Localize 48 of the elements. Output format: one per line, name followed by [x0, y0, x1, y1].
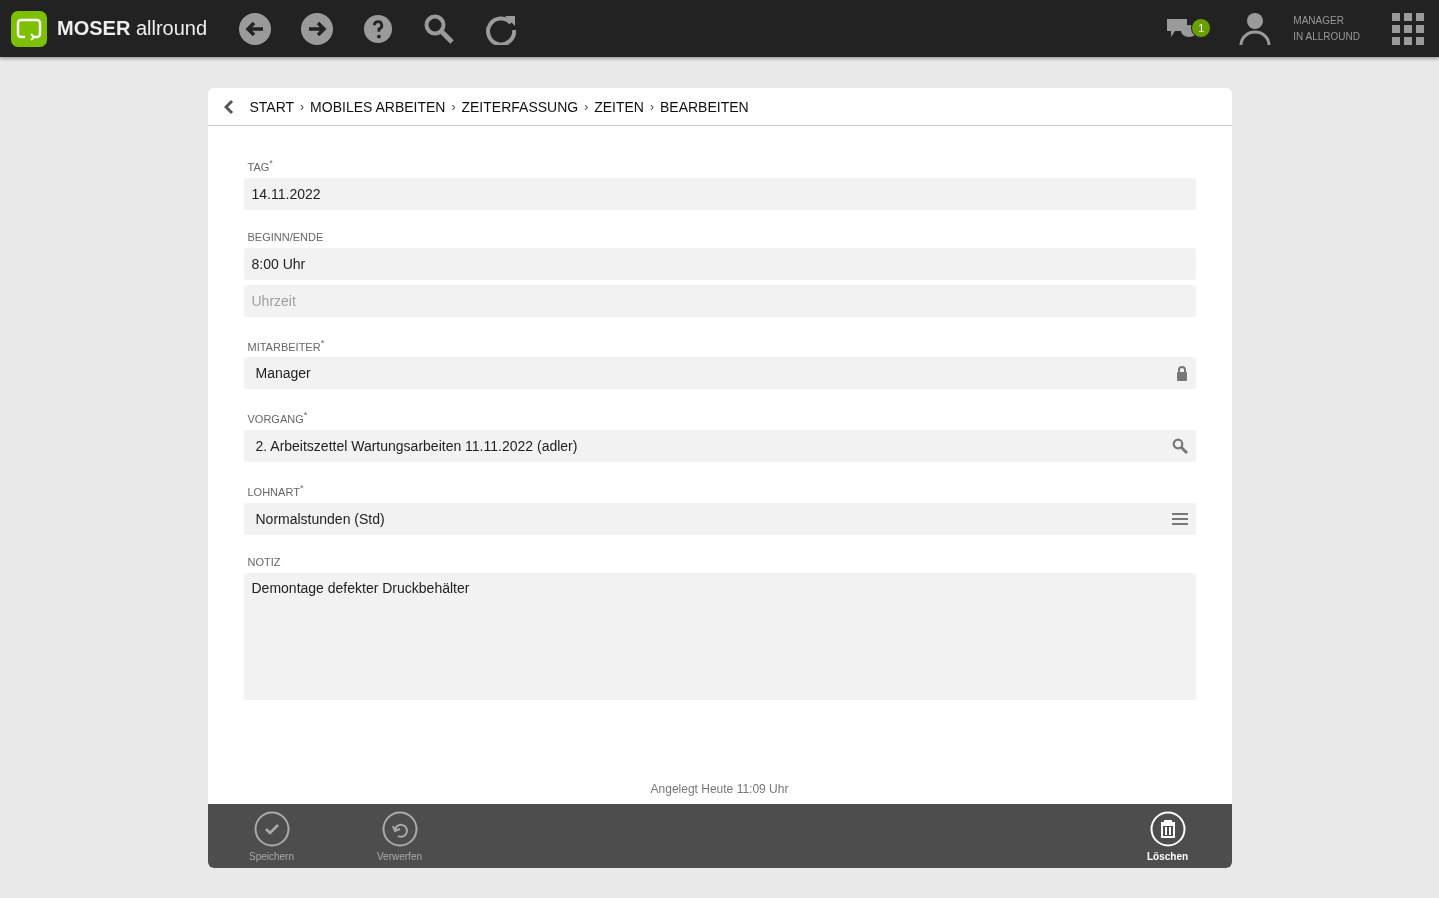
created-info: Angelegt Heute 11:09 Uhr: [650, 782, 789, 798]
undo-icon: [381, 810, 418, 847]
app-logo-icon: [11, 10, 47, 47]
breadcrumb-separator: ›: [649, 99, 654, 114]
note-field[interactable]: Demontage defekter Druckbehälter: [243, 572, 1196, 700]
field-value: Manager: [255, 365, 311, 382]
field-label: NOTIZ: [247, 555, 282, 568]
field-label: LOHNART$^{*}$: [247, 482, 305, 498]
user-icon[interactable]: [1239, 11, 1272, 46]
field-value: 2. Arbeitszettel Wartungsarbeiten 11.11.2022 (adler): [255, 437, 578, 454]
input-field[interactable]: 8:00 Uhr: [243, 247, 1196, 280]
breadcrumb-separator: ›: [300, 99, 305, 114]
user-org: IN ALLROUND: [1293, 31, 1360, 42]
delete-button[interactable]: Löschen: [1117, 804, 1218, 868]
input-field[interactable]: 14.11.2022: [243, 177, 1196, 210]
field-label: MITARBEITER$^{*}$: [247, 337, 326, 353]
field-value: Normalstunden (Std): [255, 510, 385, 527]
app-name: MOSER allround: [57, 17, 208, 40]
trash-icon: [1149, 810, 1186, 847]
user-name: MANAGER: [1293, 15, 1345, 26]
back-icon[interactable]: [239, 12, 272, 45]
breadcrumb-link[interactable]: BEARBEITEN: [659, 98, 749, 115]
field-value: 8:00 Uhr: [251, 255, 306, 272]
lock-icon: [1175, 365, 1188, 382]
back-chevron-icon[interactable]: [223, 98, 234, 115]
note-text: Demontage defekter Druckbehälter: [251, 579, 470, 596]
breadcrumb-link[interactable]: ZEITERFASSUNG: [461, 98, 579, 115]
input-field[interactable]: Normalstunden (Std): [243, 502, 1196, 535]
input-field[interactable]: Manager: [243, 357, 1196, 390]
field-label: BEGINN/ENDE: [247, 230, 325, 243]
breadcrumb-link[interactable]: ZEITEN: [594, 98, 644, 115]
breadcrumb-link[interactable]: START: [249, 98, 295, 115]
notification-badge: 1: [1191, 17, 1212, 38]
search-icon[interactable]: [1171, 437, 1188, 454]
forward-icon[interactable]: [301, 12, 334, 45]
help-icon[interactable]: [363, 13, 394, 44]
search-icon[interactable]: [423, 12, 456, 45]
field-value: 14.11.2022: [251, 185, 321, 202]
field-label: TAG$^{*}$: [247, 158, 274, 173]
breadcrumb-separator: ›: [584, 99, 589, 114]
breadcrumb-separator: ›: [451, 99, 456, 114]
breadcrumb-link[interactable]: MOBILES ARBEITEN: [310, 98, 446, 115]
field-placeholder: Uhrzeit: [251, 292, 296, 309]
apps-grid-icon[interactable]: [1392, 12, 1424, 45]
input-field[interactable]: 2. Arbeitszettel Wartungsarbeiten 11.11.2022 (adler): [243, 429, 1196, 462]
field-label: VORGANG$^{*}$: [247, 410, 309, 425]
list-icon[interactable]: [1171, 511, 1188, 526]
check-icon: [253, 810, 290, 847]
